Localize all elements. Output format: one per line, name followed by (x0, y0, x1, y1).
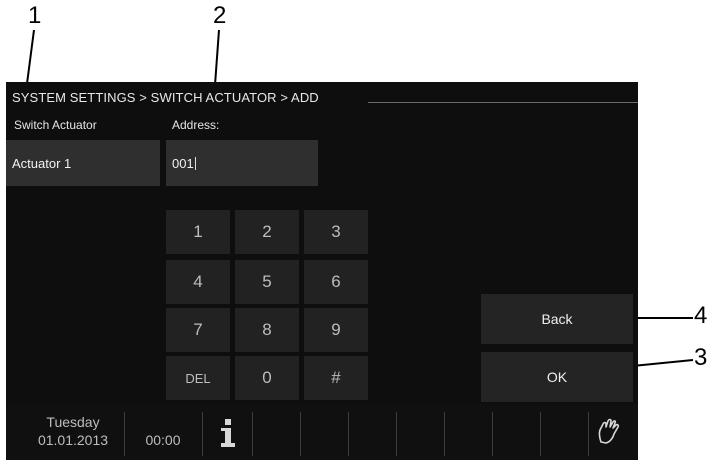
device-screen: SYSTEM SETTINGS > SWITCH ACTUATOR > ADD … (6, 82, 638, 460)
status-separator (348, 412, 349, 456)
text-caret (194, 156, 196, 170)
status-time: 00:00 (145, 432, 181, 448)
key-0[interactable]: 0 (235, 356, 299, 400)
switch-actuator-label: Switch Actuator (14, 118, 97, 132)
callout-number-3: 3 (694, 344, 708, 371)
key-9[interactable]: 9 (304, 308, 368, 352)
key-7[interactable]: 7 (166, 308, 230, 352)
address-label: Address: (172, 118, 220, 132)
key-hash[interactable]: # (304, 356, 368, 400)
status-separator (540, 412, 541, 456)
status-separator (124, 412, 125, 456)
callout-number-2: 2 (213, 2, 227, 29)
status-date: 01.01.2013 (37, 432, 109, 448)
hand-icon[interactable] (594, 416, 624, 446)
breadcrumb-divider (368, 102, 638, 103)
status-separator (202, 412, 203, 456)
status-bar: Tuesday 01.01.2013 00:00 (6, 404, 638, 460)
key-4[interactable]: 4 (166, 260, 230, 304)
callout-number-1: 1 (28, 2, 42, 29)
ok-button[interactable]: OK (481, 352, 633, 402)
callout-number-4: 4 (694, 302, 708, 329)
info-icon[interactable] (218, 418, 238, 448)
address-input[interactable]: 001 (166, 140, 318, 186)
breadcrumb: SYSTEM SETTINGS > SWITCH ACTUATOR > ADD (12, 90, 319, 105)
back-button[interactable]: Back (481, 294, 633, 344)
actuator-name-field[interactable]: Actuator 1 (6, 140, 160, 186)
key-delete[interactable]: DEL (166, 356, 230, 400)
status-separator (300, 412, 301, 456)
status-separator (492, 412, 493, 456)
address-value: 001 (172, 155, 194, 171)
key-5[interactable]: 5 (235, 260, 299, 304)
key-2[interactable]: 2 (235, 210, 299, 254)
status-separator (252, 412, 253, 456)
key-8[interactable]: 8 (235, 308, 299, 352)
status-separator (588, 412, 589, 456)
key-6[interactable]: 6 (304, 260, 368, 304)
key-1[interactable]: 1 (166, 210, 230, 254)
status-separator (396, 412, 397, 456)
actuator-name-value: Actuator 1 (12, 155, 72, 171)
status-separator (444, 412, 445, 456)
status-day: Tuesday (46, 414, 100, 430)
key-3[interactable]: 3 (304, 210, 368, 254)
